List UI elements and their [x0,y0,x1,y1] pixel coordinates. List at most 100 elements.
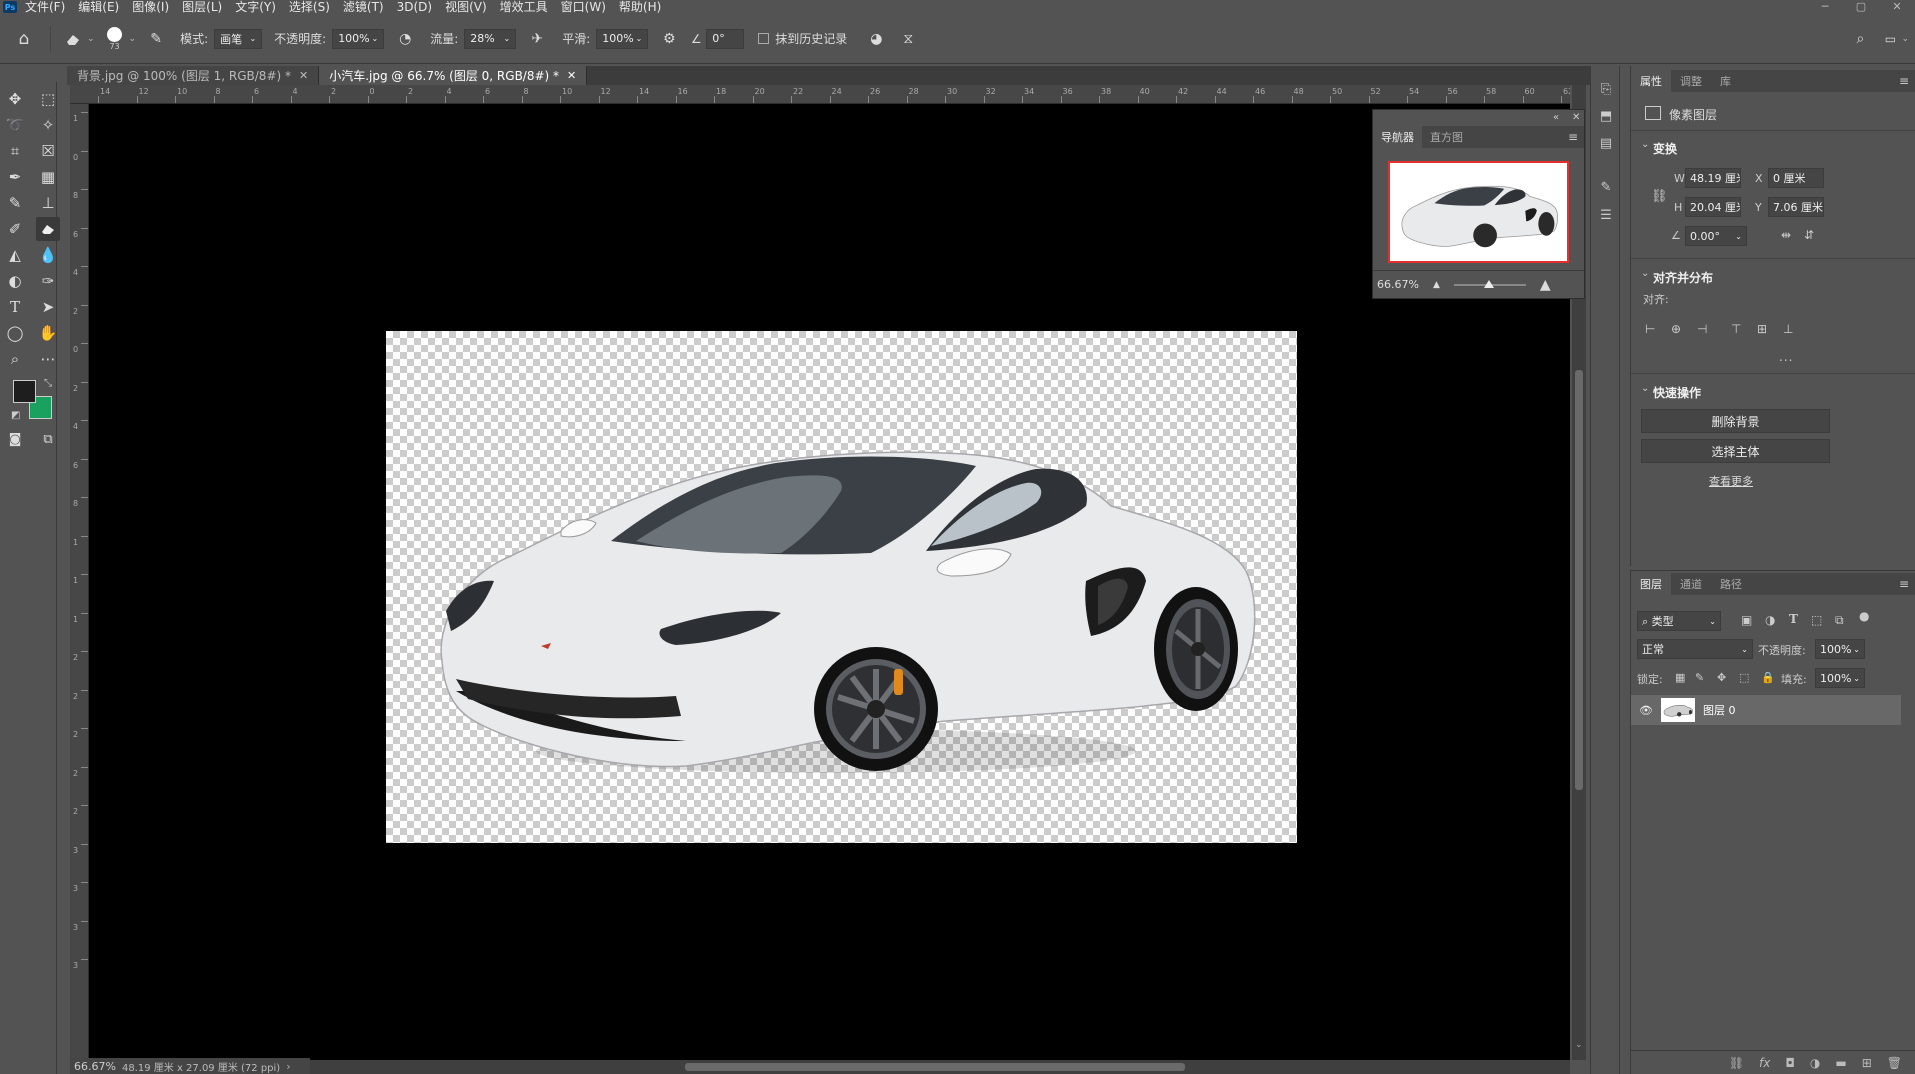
lasso-tool-icon[interactable]: ➰ [3,113,27,137]
scrollbar-thumb[interactable] [685,1063,1185,1071]
tab-navigator[interactable]: 导航器 [1373,126,1422,148]
default-colors-icon[interactable]: ◩ [11,410,20,421]
quick-mask-icon[interactable]: ◙ [3,427,27,451]
collapse-panel-icon[interactable]: « [1553,112,1559,123]
lock-pixels-icon[interactable]: ✎ [1695,671,1704,684]
align-right-icon[interactable]: ⊣ [1697,322,1707,336]
remove-background-button[interactable]: 删除背景 [1641,409,1830,433]
filter-pixel-icon[interactable]: ▣ [1741,613,1752,627]
chevron-right-icon[interactable]: › [286,1060,290,1073]
erase-to-history-checkbox[interactable] [758,33,770,44]
fx-icon[interactable]: fx [1759,1056,1770,1070]
panel-menu-icon[interactable]: ≡ [1568,130,1578,144]
more-options-icon[interactable]: ... [1779,350,1793,364]
lock-all-icon[interactable]: 🔒 [1761,671,1775,684]
move-tool-icon[interactable]: ✥ [3,87,27,111]
airbrush-icon[interactable]: ✈ [526,31,548,47]
zoom-in-icon[interactable]: ▲ [1540,277,1551,293]
filter-smart-object-icon[interactable]: ⧉ [1835,613,1844,628]
screen-mode-icon[interactable]: ⧉ [36,427,60,451]
tab-properties[interactable]: 属性 [1631,70,1671,92]
eraser-tool-icon[interactable] [36,217,60,241]
blur-tool-icon[interactable]: 💧 [36,243,60,267]
zoom-level[interactable]: 66.67% [74,1060,116,1073]
lock-position-icon[interactable]: ✥ [1717,671,1726,684]
spot-healing-icon[interactable]: ▦ [36,165,60,189]
layer-thumbnail[interactable] [1660,698,1695,722]
minimize-icon[interactable]: ─ [1807,0,1843,14]
menu-layer[interactable]: 图层(L) [182,0,222,14]
hand-tool-icon[interactable]: ✋ [36,321,60,345]
tab-paths[interactable]: 路径 [1711,573,1751,595]
chevron-down-icon[interactable]: ⌄ [129,34,137,44]
see-more-link[interactable]: 查看更多 [1709,473,1753,489]
menu-filter[interactable]: 滤镜(T) [343,0,384,14]
tab-background-jpg[interactable]: 背景.jpg @ 100% (图层 1, RGB/8#) * ✕ [67,66,320,85]
lock-artboard-icon[interactable]: ⬚ [1739,671,1749,684]
panel-menu-icon[interactable]: ≡ [1899,577,1909,591]
symmetry-icon[interactable]: ⧖ [897,31,919,47]
foreground-color-swatch[interactable] [13,380,36,403]
align-section-title[interactable]: 对齐并分布 [1653,269,1713,286]
eyedropper-icon[interactable]: ✒ [3,165,27,189]
menu-plugins[interactable]: 增效工具 [500,0,548,14]
close-icon[interactable]: ✕ [1572,112,1580,123]
layer-opacity-field[interactable]: 100% ⌄ [1815,639,1865,659]
search-icon[interactable]: ⌕ [1849,31,1871,47]
ellipse-tool-icon[interactable]: ◯ [3,321,27,345]
layer-row[interactable]: 👁 图层 0 [1631,695,1901,725]
brush-settings-icon[interactable]: ✎ [146,31,166,47]
filter-shape-icon[interactable]: ⬚ [1811,613,1822,627]
zoom-out-icon[interactable]: ▲ [1433,280,1440,290]
add-mask-icon[interactable]: ◘ [1785,1056,1795,1070]
brush-size-picker[interactable]: 73 [103,19,127,59]
more-tools-icon[interactable]: ⋯ [36,347,60,371]
slider-handle[interactable] [1483,279,1494,288]
frame-tool-icon[interactable]: ☒ [36,139,60,163]
gear-icon[interactable]: ⚙ [658,31,680,47]
chevron-down-icon[interactable]: ⌄ [1641,383,1649,394]
chevron-down-icon[interactable]: ⌄ [1901,34,1909,44]
crop-tool-icon[interactable]: ⌗ [3,139,27,163]
blend-mode-select[interactable]: 正常 ⌄ [1637,639,1753,659]
chevron-down-icon[interactable]: ⌄ [87,34,95,44]
flow-field[interactable]: 28% ⌄ [464,28,517,49]
maximize-icon[interactable]: ▢ [1843,0,1879,14]
lock-transparent-icon[interactable]: ▦ [1675,671,1685,684]
select-subject-button[interactable]: 选择主体 [1641,439,1830,463]
path-selection-icon[interactable]: ➤ [36,295,60,319]
angle-field[interactable]: 0.00° ⌄ [1685,226,1747,246]
chevron-down-icon[interactable]: ⌄ [1575,1040,1583,1050]
tab-adjustments[interactable]: 调整 [1671,70,1711,92]
zoom-tool-icon[interactable]: ⌕ [3,347,27,371]
brush-tool-icon[interactable]: ✎ [3,191,27,215]
trash-icon[interactable]: 🗑 [1887,1056,1902,1070]
dodge-tool-icon[interactable]: ◐ [3,269,27,293]
opacity-field[interactable]: 100% ⌄ [332,28,385,49]
link-layers-icon[interactable]: ⛓ [1729,1056,1744,1070]
pressure-size-icon[interactable]: ◕ [865,31,887,47]
scrollbar-thumb[interactable] [1575,370,1583,790]
menu-window[interactable]: 窗口(W) [561,0,606,14]
magic-wand-icon[interactable]: ✧ [36,113,60,137]
comments-icon[interactable]: ▤ [1597,134,1615,152]
menu-file[interactable]: 文件(F) [25,0,65,14]
paint-bucket-icon[interactable]: ◭ [3,243,27,267]
fill-field[interactable]: 100% ⌄ [1815,668,1865,688]
new-layer-icon[interactable]: ⊞ [1862,1056,1872,1070]
height-field[interactable]: 20.04 厘米 [1685,197,1741,217]
pen-tool-icon[interactable]: ✑ [36,269,60,293]
menu-type[interactable]: 文字(Y) [235,0,276,14]
adjustment-layer-icon[interactable]: ◑ [1810,1056,1820,1070]
close-icon[interactable]: ✕ [1879,0,1915,14]
menu-edit[interactable]: 编辑(E) [78,0,119,14]
eraser-tool-preset-icon[interactable] [63,32,83,46]
filter-adjustment-icon[interactable]: ◑ [1765,613,1775,627]
smoothing-field[interactable]: 100% ⌄ [596,28,649,49]
x-field[interactable]: 0 厘米 [1768,168,1824,188]
marquee-tool-icon[interactable]: ⬚ [36,87,60,111]
align-top-icon[interactable]: ⊤ [1731,322,1741,336]
history-icon[interactable]: ⎘ [1597,80,1615,98]
home-icon[interactable]: ⌂ [10,29,38,49]
tab-layers[interactable]: 图层 [1631,573,1671,595]
